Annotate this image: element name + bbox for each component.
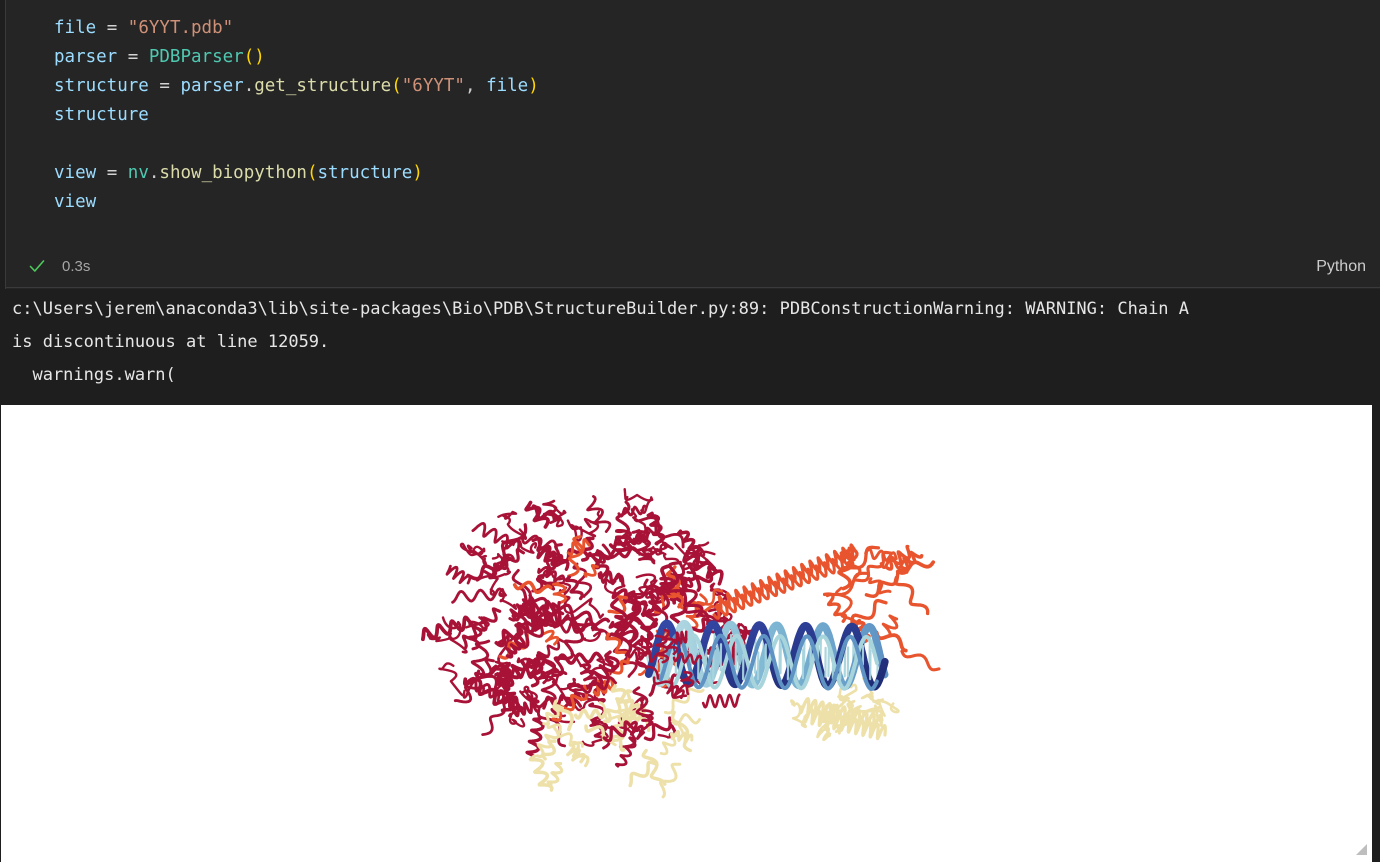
code-token: file <box>486 76 529 96</box>
cell-status-bar: 0.3s Python <box>6 246 1380 288</box>
ribbon-segment <box>471 522 521 551</box>
code-line: view <box>6 188 1380 217</box>
code-token: nv <box>127 163 149 183</box>
output-line: warnings.warn( <box>12 365 176 385</box>
viewer-output-region <box>0 405 1380 862</box>
code-cell[interactable]: file = "6YYT.pdb" parser = PDBParser() str… <box>0 0 1380 289</box>
code-token: = <box>106 18 118 38</box>
cell-status-left: 0.3s <box>28 246 90 287</box>
code-line: view = nv.show_biopython(structure) <box>6 159 1380 188</box>
execution-time-label: 0.3s <box>62 258 91 275</box>
success-check-icon <box>28 257 46 275</box>
code-token: view <box>54 163 97 183</box>
code-token: ) <box>412 163 423 183</box>
nglview-molecular-viewer[interactable] <box>1 405 1372 862</box>
code-token: = <box>159 76 170 96</box>
code-token: ) <box>528 76 539 96</box>
ribbon-segment <box>659 762 682 799</box>
code-token: parser <box>54 47 118 67</box>
kernel-language-label[interactable]: Python <box>1316 258 1366 276</box>
ribbon-segment <box>881 614 899 636</box>
ribbon-segment <box>519 685 540 704</box>
ribbon-segment <box>528 754 554 792</box>
ribbon-segment <box>701 693 741 709</box>
ribbon-segment <box>583 563 599 578</box>
ribbon-segment <box>552 622 589 677</box>
ribbon-segment <box>552 581 567 605</box>
code-token: view <box>54 192 97 212</box>
molecule-render <box>421 488 941 799</box>
cell-status-right[interactable]: Python <box>1316 246 1366 287</box>
code-line: structure <box>6 101 1380 130</box>
ribbon-segment <box>520 534 559 550</box>
code-editor[interactable]: file = "6YYT.pdb" parser = PDBParser() str… <box>6 0 1380 246</box>
code-token: = <box>127 47 139 67</box>
cell-output-stderr: c:\Users\jerem\anaconda3\lib\site-packag… <box>0 289 1380 405</box>
code-token: . <box>148 163 160 183</box>
ribbon-segment <box>540 629 560 646</box>
resize-handle-icon[interactable] <box>1354 842 1368 856</box>
ribbon-segment <box>583 510 601 529</box>
code-token: structure <box>54 105 149 125</box>
output-line: c:\Users\jerem\anaconda3\lib\site-packag… <box>12 299 1190 319</box>
ribbon-segment <box>673 630 688 645</box>
code-token: = <box>106 163 118 183</box>
molecule-stage[interactable] <box>1 405 1372 862</box>
code-token: structure <box>54 76 149 96</box>
ribbon-segment <box>670 713 701 726</box>
code-token: "6YYT.pdb" <box>127 18 234 38</box>
ribbon-segment <box>451 587 507 604</box>
code-token: get_structure <box>254 76 392 96</box>
code-token: , <box>464 76 476 96</box>
ribbon-segment <box>513 699 540 718</box>
code-token: ( <box>306 163 318 183</box>
code-token: show_biopython <box>159 163 307 183</box>
code-token: . <box>243 76 255 96</box>
notebook-cell-container: file = "6YYT.pdb" parser = PDBParser() str… <box>0 0 1380 862</box>
ribbon-segment <box>893 575 930 616</box>
ribbon-segment <box>566 745 586 764</box>
code-token: file <box>54 18 97 38</box>
ribbon-segment <box>712 551 856 620</box>
ribbon-segment <box>546 761 564 787</box>
ribbon-segment <box>497 510 528 540</box>
code-token: ( <box>391 76 402 96</box>
code-line: structure = parser.get_structure("6YYT",… <box>6 72 1380 101</box>
code-token: PDBParser <box>148 47 244 67</box>
code-token: parser <box>180 76 244 96</box>
output-line: is discontinuous at line 12059. <box>12 332 330 352</box>
code-token: "6YYT" <box>401 76 465 96</box>
code-token: structure <box>317 163 413 183</box>
code-token: () <box>243 47 265 67</box>
code-line: parser = PDBParser() <box>6 43 1380 72</box>
ribbon-segment <box>900 649 941 672</box>
code-line: file = "6YYT.pdb" <box>6 14 1380 43</box>
ribbon-segment <box>540 739 557 761</box>
